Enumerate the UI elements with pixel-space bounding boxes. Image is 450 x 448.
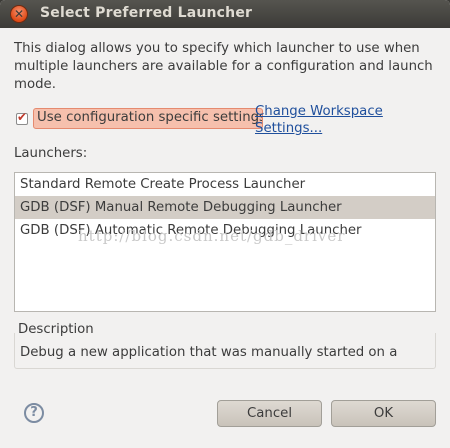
config-specific-checkbox[interactable]: ✔ xyxy=(16,110,28,125)
launcher-item[interactable]: Standard Remote Create Process Launcher xyxy=(15,173,435,196)
link-line-2[interactable]: Settings... xyxy=(255,120,383,137)
intro-text: This dialog allows you to specify which … xyxy=(14,41,433,92)
launchers-label: Launchers: xyxy=(14,146,88,161)
cancel-button[interactable]: Cancel xyxy=(217,400,322,427)
config-specific-label[interactable]: Use configuration specific settings xyxy=(33,108,263,129)
link-line-1[interactable]: Change Workspace xyxy=(255,103,383,120)
close-icon[interactable]: ✕ xyxy=(10,5,28,23)
help-icon[interactable]: ? xyxy=(24,403,44,423)
dialog-title: Select Preferred Launcher xyxy=(40,5,253,21)
title-bar[interactable]: ✕ Select Preferred Launcher xyxy=(0,0,450,28)
config-specific-setting[interactable]: ✔ Use configuration specific settings xyxy=(14,108,263,130)
launcher-item[interactable]: GDB (DSF) Automatic Remote Debugging Lau… xyxy=(15,219,435,242)
change-workspace-settings-link[interactable]: Change Workspace Settings... xyxy=(255,103,383,137)
checkmark-icon: ✔ xyxy=(17,110,28,124)
description-text: Debug a new application that was manuall… xyxy=(20,345,398,360)
launchers-list[interactable]: Standard Remote Create Process Launcher … xyxy=(14,172,436,312)
launcher-item-selected[interactable]: GDB (DSF) Manual Remote Debugging Launch… xyxy=(15,196,435,219)
description-label: Description xyxy=(18,322,94,337)
dialog-window: ✕ Select Preferred Launcher This dialog … xyxy=(0,0,450,448)
ok-button[interactable]: OK xyxy=(331,400,436,427)
